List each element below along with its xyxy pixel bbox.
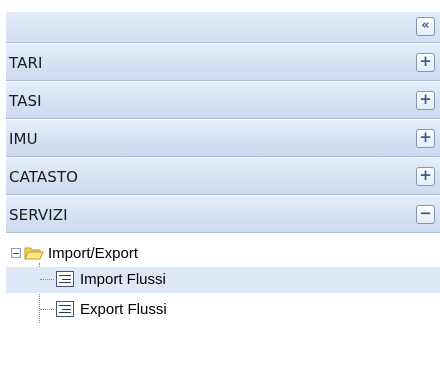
tree-node-import-export[interactable]: Import/Export: [6, 241, 440, 267]
list-icon: [56, 271, 74, 287]
accordion-header-imu[interactable]: IMU +: [6, 119, 440, 157]
tree-connector-line: [40, 309, 54, 310]
accordion-header-tasi[interactable]: TASI +: [6, 81, 440, 119]
accordion-header-label: SERVIZI: [9, 206, 68, 224]
tree-node-import-flussi[interactable]: Import Flussi: [6, 267, 440, 293]
accordion-header-servizi[interactable]: SERVIZI −: [6, 195, 440, 233]
tree-connector-line: [40, 279, 54, 280]
navigation-panel: « TARI + TASI + IMU + CATASTO + SERVIZI …: [6, 12, 440, 392]
panel-toolbar: «: [6, 12, 440, 43]
accordion-header-catasto[interactable]: CATASTO +: [6, 157, 440, 195]
tree-node-label: Import/Export: [48, 245, 139, 262]
tree-node-label: Import Flussi: [80, 271, 166, 288]
tree-node-export-flussi[interactable]: Export Flussi: [6, 297, 440, 323]
expand-icon[interactable]: +: [416, 91, 435, 110]
accordion-header-label: CATASTO: [9, 168, 79, 186]
accordion-header-label: TASI: [9, 92, 42, 110]
accordion-header-label: TARI: [9, 54, 43, 72]
collapse-panel-button[interactable]: «: [416, 17, 435, 36]
expand-icon[interactable]: +: [416, 129, 435, 148]
accordion-header-tari[interactable]: TARI +: [6, 43, 440, 81]
expand-icon[interactable]: +: [416, 167, 435, 186]
accordion-header-label: IMU: [9, 130, 38, 148]
folder-open-icon: [24, 247, 44, 260]
list-icon: [56, 301, 74, 317]
tree-node-label: Export Flussi: [80, 301, 167, 318]
collapse-icon[interactable]: −: [416, 205, 435, 224]
expand-icon[interactable]: +: [416, 53, 435, 72]
tree-collapse-icon[interactable]: [11, 248, 21, 258]
servizi-tree: Import/Export Import Flussi Export Fluss…: [6, 233, 440, 355]
